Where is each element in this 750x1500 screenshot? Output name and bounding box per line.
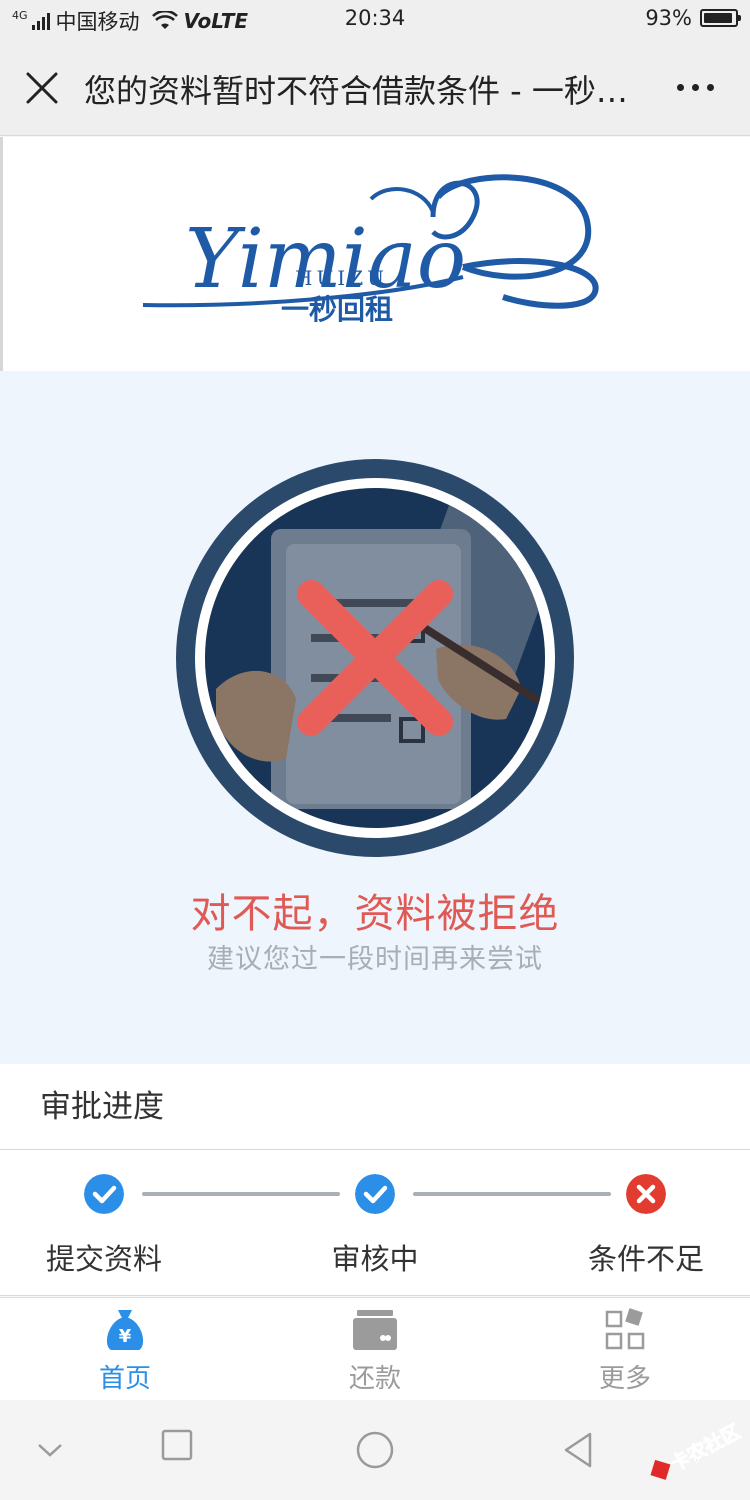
result-section: 对不起，资料被拒绝 建议您过一段时间再来尝试: [0, 371, 750, 1064]
system-nav-bar: [0, 1400, 750, 1500]
card-icon: [353, 1310, 397, 1350]
step-3-label: 条件不足: [587, 1242, 704, 1276]
recent-apps-icon[interactable]: [160, 1428, 194, 1462]
divider: [0, 1295, 750, 1296]
tab-more-label: 更多: [598, 1364, 651, 1394]
bottom-tab-bar: ¥ 首页 还款 更多: [0, 1297, 750, 1400]
svg-text:¥: ¥: [119, 1326, 132, 1347]
watermark-text: 卡农社区: [666, 1420, 742, 1476]
status-bar: 4G 中国移动 VoLTE 20:34 93%: [0, 0, 750, 40]
rejected-illustration: [176, 459, 574, 857]
step-2-label: 审核中: [331, 1242, 419, 1276]
battery-percent: 93%: [645, 6, 692, 30]
step-connector-2: [413, 1192, 611, 1196]
chevron-down-icon[interactable]: [36, 1440, 64, 1460]
tab-home[interactable]: ¥ 首页: [50, 1306, 200, 1398]
grid-icon: [605, 1308, 645, 1350]
back-triangle-icon[interactable]: [560, 1430, 596, 1470]
logo-chinese: 一秒回租: [281, 293, 393, 326]
logo-subscript: HUIZU: [295, 266, 388, 290]
result-subtitle: 建议您过一段时间再来尝试: [207, 944, 543, 975]
more-options-icon[interactable]: [677, 84, 714, 91]
money-bag-icon: ¥: [106, 1310, 144, 1350]
approval-progress: 审批进度 提交资料 审核中 条件不足: [0, 1064, 750, 1296]
close-icon[interactable]: [22, 68, 62, 108]
step-1-label: 提交资料: [45, 1242, 162, 1276]
brand-banner: Yimiao HUIZU 一秒回租: [0, 137, 750, 371]
page-title: 您的资料暂时不符合借款条件 - 一秒回租: [84, 72, 644, 110]
brand-logo: Yimiao HUIZU 一秒回租: [142, 174, 599, 326]
result-title: 对不起，资料被拒绝: [190, 891, 560, 937]
watermark-logo: 卡农社区: [650, 1420, 742, 1480]
status-right: 93%: [645, 6, 741, 30]
home-circle-icon[interactable]: [355, 1430, 395, 1470]
tab-more[interactable]: 更多: [550, 1306, 700, 1398]
tab-repay-label: 还款: [348, 1364, 401, 1394]
tab-home-label: 首页: [98, 1364, 151, 1394]
nav-bar: 您的资料暂时不符合借款条件 - 一秒回租: [0, 40, 750, 136]
step-1-check-icon: [84, 1174, 124, 1214]
tab-repay[interactable]: 还款: [300, 1306, 450, 1398]
battery-icon: [700, 9, 741, 27]
progress-header: 审批进度: [0, 1064, 750, 1150]
step-connector-1: [142, 1192, 340, 1196]
step-3-x-icon: [626, 1174, 666, 1214]
status-time: 20:34: [344, 6, 406, 30]
step-2-check-icon: [355, 1174, 395, 1214]
